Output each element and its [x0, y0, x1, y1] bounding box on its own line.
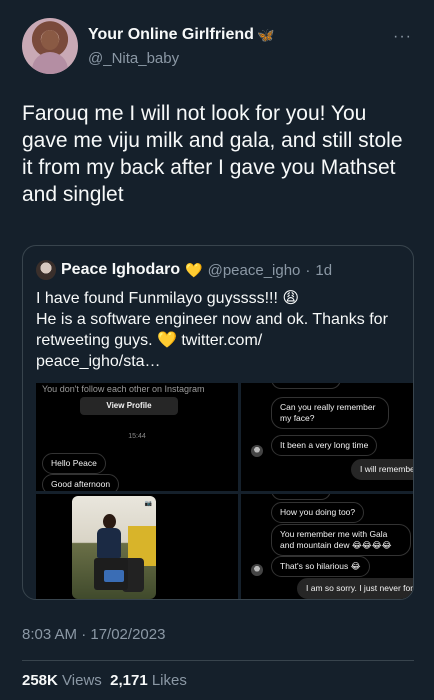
tweet-text: Farouq me I will not look for you! You g… [22, 102, 403, 206]
tweet-stats: 258K Views 2,171 Likes [22, 672, 187, 689]
chat-bubble: It been a very long time [271, 435, 378, 456]
avatar-body [32, 52, 68, 74]
views-label: Views [62, 672, 102, 689]
chat-bubble-cut [271, 383, 341, 389]
media-panel-3[interactable]: 📷 [36, 494, 238, 599]
quote-separator: · [305, 261, 311, 279]
photo-person [94, 514, 128, 594]
chat-bubble: You remember me with Gala and mountain d… [271, 524, 411, 556]
quote-author-name[interactable]: Peace Ighodaro [61, 261, 180, 279]
chat-bubble: Can you really remember my face? [271, 397, 389, 429]
chat-bubble-self: I will remember [351, 459, 413, 480]
media-panel-4[interactable]: How you doing too? You remember me with … [241, 494, 413, 599]
photo-thumbnail[interactable]: 📷 [72, 496, 156, 599]
tweet-timestamp[interactable]: 8:03 AM · 17/02/2023 [22, 626, 165, 643]
quote-text: I have found Funmilayo guyssss!!! 😩 He i… [36, 290, 388, 370]
tweet-header: Your Online Girlfriend 🦋 @_Nita_baby ··· [22, 18, 414, 78]
chat-bubble-self: I am so sorry. I just never forgot. [297, 578, 413, 599]
photo-person-head [103, 514, 116, 529]
sender-avatar-icon [251, 564, 263, 576]
photo-laptop [104, 570, 124, 582]
chat-bubble: Good afternoon [42, 474, 120, 491]
author-handle[interactable]: @_Nita_baby [88, 50, 179, 67]
photo-tag-icon: 📷 [144, 501, 152, 507]
author-name-row[interactable]: Your Online Girlfriend 🦋 [88, 26, 274, 44]
author-avatar[interactable] [22, 18, 78, 74]
quote-media-grid[interactable]: You don't follow each other on Instagram… [36, 383, 413, 599]
more-options-icon[interactable]: ··· [393, 28, 412, 46]
media-panel-1[interactable]: You don't follow each other on Instagram… [36, 383, 238, 491]
view-profile-button: View Profile [80, 397, 178, 415]
ig-follow-note: You don't follow each other on Instagram [42, 384, 205, 394]
avatar-face [41, 30, 59, 50]
views-count: 258K [22, 672, 58, 689]
quote-author-avatar[interactable] [36, 260, 56, 280]
author-name[interactable]: Your Online Girlfriend [88, 26, 254, 44]
quote-age: 1d [315, 261, 333, 279]
likes-label[interactable]: Likes [152, 672, 187, 689]
quote-header: Peace Ighodaro 💛 @peace_igho · 1d [36, 260, 332, 280]
chat-time: 15:44 [128, 433, 146, 440]
chat-bubble-cut [271, 494, 331, 500]
quoted-tweet[interactable]: Peace Ighodaro 💛 @peace_igho · 1d I have… [22, 245, 414, 600]
photo-person-torso [97, 528, 121, 558]
chat-bubble: Hello Peace [42, 453, 106, 474]
divider [22, 660, 414, 661]
chat-bubble: How you doing too? [271, 502, 365, 523]
chat-bubble: That's so hilarious 😂 [271, 556, 370, 577]
heart-badge-icon: 💛 [185, 261, 203, 278]
likes-count[interactable]: 2,171 [110, 672, 148, 689]
quote-author-handle[interactable]: @peace_igho [208, 262, 301, 279]
media-panel-2[interactable]: Can you really remember my face? It been… [241, 383, 413, 491]
sender-avatar-icon [251, 445, 263, 457]
butterfly-badge-icon: 🦋 [256, 26, 275, 43]
